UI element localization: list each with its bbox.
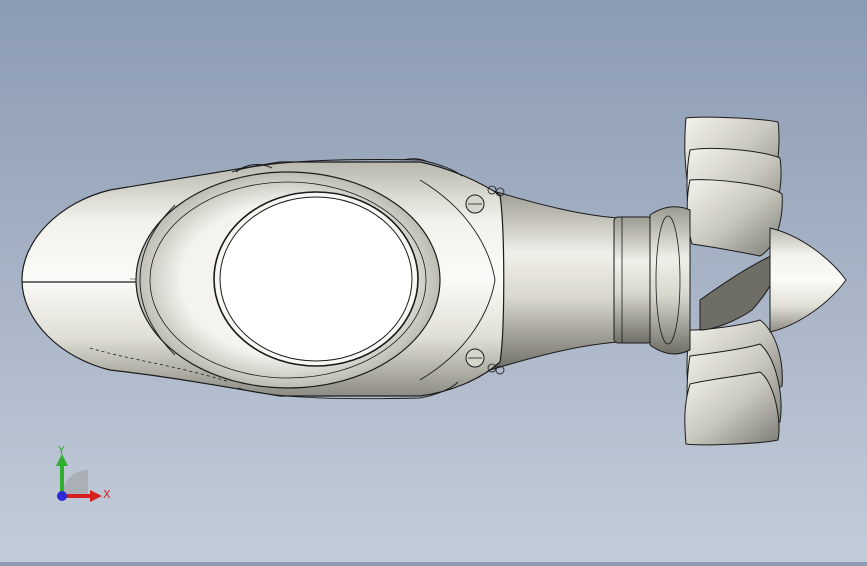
blade-7: [699, 251, 782, 331]
z-axis-dot: [57, 491, 67, 501]
propeller: [684, 116, 783, 446]
blade-6: [684, 371, 780, 446]
model-view: Y X: [21, 116, 847, 502]
blade-3: [686, 179, 783, 257]
3d-viewport[interactable]: Y X: [0, 0, 867, 562]
nose-cone: [769, 227, 847, 333]
x-axis-label: X: [103, 488, 111, 501]
hatch-window: [219, 196, 413, 362]
coordinate-triad: Y X: [56, 444, 111, 502]
tail-neck: [489, 189, 619, 371]
x-axis-head: [90, 490, 102, 502]
y-axis-label: Y: [57, 444, 65, 457]
hub-collar-1: [613, 216, 653, 344]
